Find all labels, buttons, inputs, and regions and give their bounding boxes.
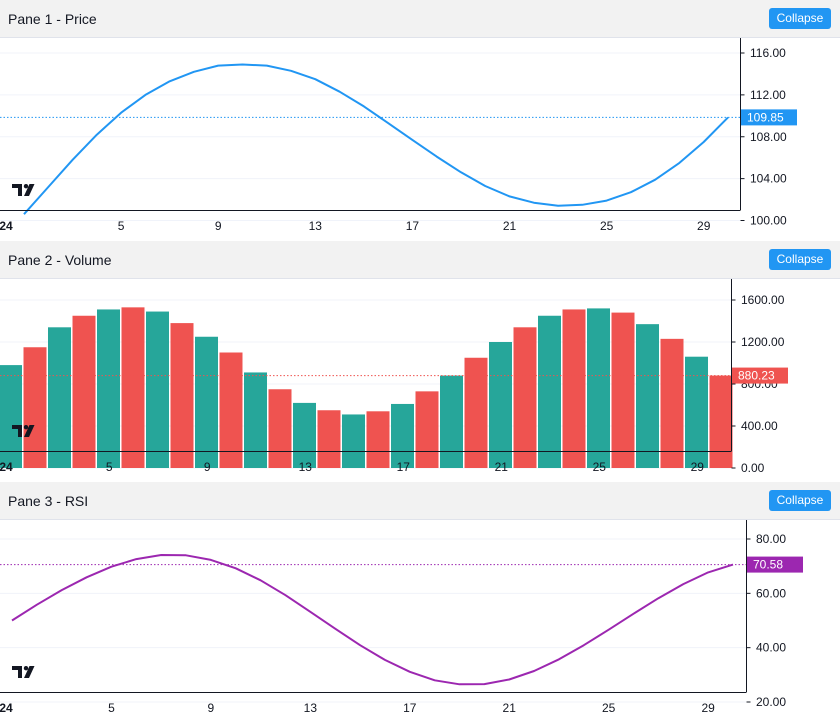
volume-bar — [48, 327, 71, 468]
x-tick-label: 5 — [106, 460, 113, 474]
volume-bar — [170, 323, 194, 468]
volume-bar — [23, 347, 47, 468]
pane-title: Pane 2 - Volume — [8, 252, 112, 268]
y-tick-label: 80.00 — [756, 532, 786, 546]
volume-bar — [562, 309, 586, 468]
price-pane: Pane 1 - Price Collapse 116.00 112.00 108.… — [0, 0, 840, 241]
volume-pane-header: Pane 2 - Volume Collapse — [0, 241, 840, 279]
y-tick-label: 60.00 — [756, 586, 786, 600]
collapse-button[interactable]: Collapse — [769, 249, 831, 270]
volume-bar — [121, 307, 145, 468]
y-tick-label: 40.00 — [756, 641, 786, 655]
volume-bar — [0, 365, 22, 468]
series-line — [23, 63, 729, 215]
volume-bar — [268, 389, 292, 468]
price-chart[interactable]: 116.00 112.00 108.00 104.00 100.00 109.85 2024… — [0, 38, 840, 241]
last-value-label: 880.23 — [738, 369, 775, 383]
volume-pane: Pane 2 - Volume Collapse 1600.00 1200.00 8… — [0, 241, 840, 482]
y-tick-label: 112.00 — [750, 88, 786, 102]
x-tick-label: 9 — [215, 219, 222, 233]
volume-bar — [244, 372, 267, 468]
pane-title: Pane 3 - RSI — [8, 493, 89, 509]
x-tick-label: 17 — [403, 701, 417, 715]
x-tick-label: 13 — [309, 219, 323, 233]
x-tick-year-label: 2024 — [0, 219, 13, 233]
x-tick-label: 5 — [108, 701, 115, 715]
collapse-button[interactable]: Collapse — [769, 8, 831, 29]
x-tick-label: 13 — [299, 460, 313, 474]
logo-dot — [23, 425, 29, 430]
volume-bar — [293, 402, 316, 468]
y-tick-label: 1200.00 — [741, 335, 785, 349]
volume-chart[interactable]: 1600.001200.00800.00400.000.00880.232024… — [0, 279, 840, 482]
x-tick-label: 21 — [503, 701, 517, 715]
volume-bar — [636, 324, 659, 468]
x-tick-label: 17 — [397, 460, 411, 474]
logo-dot — [23, 184, 29, 189]
volume-bar — [489, 342, 512, 468]
rsi-pane-header: Pane 3 - RSI Collapse — [0, 482, 840, 520]
x-tick-label: 9 — [204, 460, 211, 474]
y-tick-label: 400.00 — [741, 419, 778, 433]
y-tick-label: 1600.00 — [741, 293, 785, 307]
x-tick-label: 21 — [503, 219, 517, 233]
volume-bar — [317, 410, 341, 468]
last-value-label: 109.85 — [747, 110, 784, 124]
logo-t-shape — [12, 184, 22, 196]
last-value-label: 70.58 — [753, 558, 783, 572]
series-line — [11, 554, 734, 686]
y-tick-label: 104.00 — [750, 172, 787, 186]
x-tick-label: 13 — [304, 701, 318, 715]
x-tick-label: 17 — [406, 219, 420, 233]
collapse-button[interactable]: Collapse — [769, 490, 831, 511]
volume-bar — [415, 391, 439, 468]
x-tick-label: 25 — [600, 219, 614, 233]
volume-bar — [587, 308, 610, 468]
x-tick-label: 25 — [593, 460, 607, 474]
volume-bar — [611, 312, 635, 468]
y-tick-label: 20.00 — [756, 695, 786, 709]
logo-t-shape — [12, 666, 22, 678]
x-tick-label: 29 — [691, 460, 705, 474]
pane-title: Pane 1 - Price — [8, 11, 97, 27]
volume-bar — [660, 338, 684, 468]
volume-bar — [97, 309, 120, 468]
volume-bar — [219, 352, 243, 468]
volume-bar — [342, 414, 365, 468]
x-tick-label: 29 — [701, 701, 715, 715]
x-tick-year-label: 2024 — [0, 460, 13, 474]
y-tick-label: 116.00 — [750, 46, 786, 60]
volume-bar — [440, 375, 463, 468]
x-tick-label: 9 — [208, 701, 215, 715]
tradingview-logo-icon — [12, 184, 35, 196]
tradingview-logo-icon — [12, 666, 35, 678]
volume-bar — [146, 311, 169, 468]
rsi-pane: Pane 3 - RSI Collapse 80.00 60.00 40.00 20.… — [0, 482, 840, 721]
x-tick-label: 25 — [602, 701, 616, 715]
volume-bar — [709, 375, 733, 468]
y-tick-label: 0.00 — [741, 461, 765, 475]
y-tick-label: 108.00 — [750, 130, 787, 144]
price-pane-header: Pane 1 - Price Collapse — [0, 0, 840, 38]
y-tick-label: 100.00 — [750, 214, 787, 228]
x-tick-label: 21 — [495, 460, 509, 474]
volume-bar — [72, 315, 96, 468]
logo-dot — [23, 666, 29, 671]
rsi-chart[interactable]: 80.00 60.00 40.00 20.00 70.58 2024 5 9 13 17 21 25 2… — [0, 520, 840, 721]
volume-bar — [391, 403, 414, 468]
x-tick-label: 29 — [697, 219, 711, 233]
volume-bar — [513, 327, 537, 468]
volume-bar — [195, 336, 218, 468]
x-tick-label: 5 — [118, 219, 125, 233]
x-tick-year-label: 2024 — [0, 701, 13, 715]
volume-bar — [366, 411, 390, 468]
volume-bar — [538, 315, 561, 468]
